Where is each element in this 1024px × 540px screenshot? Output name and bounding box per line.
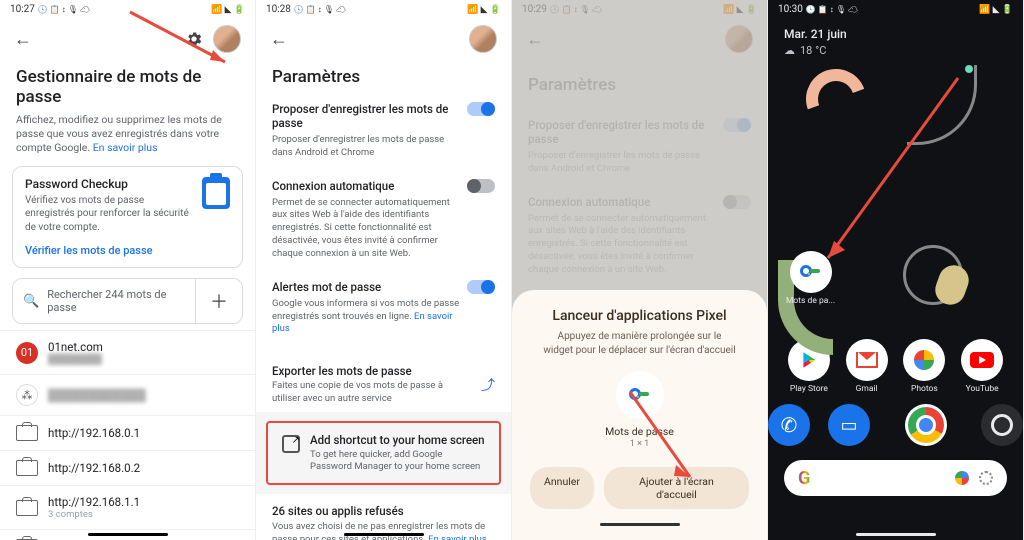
setting-sub: Google vous informera si vos mots de pas… — [256, 298, 511, 346]
panel-home-screen: 10:30🕓 📋 ↕ 🎙 ☁ 📶 ◣ 🔋 Mar. 21 juin ☁18 °C… — [768, 0, 1024, 540]
status-bar: 10:28🕓 📋 ↕ 🎙 ☁ 📶 ◣ 🔋 — [256, 0, 511, 19]
list-item[interactable]: http://192.168.1.13 comptes — [0, 485, 255, 529]
list-item[interactable]: 01 01net.com████████ — [0, 330, 255, 374]
learn-more-link[interactable]: En savoir plus — [428, 534, 487, 540]
setting-save-passwords[interactable]: Proposer d'enregistrer les mots de passe — [256, 93, 511, 134]
widget-preview[interactable] — [616, 371, 664, 419]
panel-settings: 10:28🕓 📋 ↕ 🎙 ☁ 📶 ◣ 🔋 ← Paramètres Propos… — [256, 0, 512, 540]
wallpaper-decoration — [965, 65, 973, 73]
clipboard-icon — [202, 177, 230, 209]
search-icon: 🔍 — [23, 294, 39, 309]
router-icon — [16, 500, 38, 516]
nav-pill[interactable] — [600, 523, 680, 526]
site-icon: 01 — [16, 342, 38, 364]
gmail-icon — [856, 352, 878, 368]
sheet-subtitle: Appuyez de manière prolongée sur le widg… — [542, 330, 737, 357]
setting-alerts[interactable]: Alertes mot de passe — [256, 271, 511, 298]
shortcut-icon — [282, 435, 300, 453]
list-item[interactable]: http://192.168.0.2 — [0, 450, 255, 485]
mic-icon[interactable] — [955, 471, 969, 485]
bottom-sheet: Lanceur d'applications Pixel Appuyez de … — [512, 290, 767, 540]
nav-pill[interactable] — [856, 533, 936, 536]
panel-launcher-modal: 10:29🕓 📋 ↕ 🎙 ☁ 📶 ◣ 🔋 ← Paramètres Propos… — [512, 0, 768, 540]
page-title: Paramètres — [256, 59, 511, 93]
chrome-icon — [908, 407, 944, 443]
cloud-icon: ☁ — [784, 44, 795, 57]
avatar[interactable] — [469, 25, 497, 53]
toggle-icon[interactable] — [467, 102, 495, 116]
wallpaper-decoration — [907, 65, 977, 145]
panel-password-manager: 10:27🕓 📋 ↕ 🎙 ☁ 📶 ◣ 🔋 ← Gestionnaire de m… — [0, 0, 256, 540]
setting-sub: Permet de se connecter automatiquement a… — [256, 197, 511, 271]
list-item[interactable]: http://192.168.0.1 — [0, 415, 255, 450]
add-to-home-button[interactable]: Ajouter à l'écran d'accueil — [604, 467, 749, 509]
cancel-button[interactable]: Annuler — [530, 467, 594, 509]
add-password-button[interactable]: ＋ — [196, 280, 242, 322]
search-input[interactable]: 🔍 Rechercher 244 mots de passe — [13, 279, 196, 323]
page-description: Affichez, modifiez ou supprimez les mots… — [0, 113, 255, 166]
widget-dimension: 1 × 1 — [530, 439, 749, 449]
verify-passwords-link[interactable]: Vérifier les mots de passe — [25, 244, 230, 257]
widget-label: Mots de passe — [530, 425, 749, 438]
date-widget[interactable]: Mar. 21 juin ☁18 °C — [768, 19, 1023, 65]
status-bar: 10:27🕓 📋 ↕ 🎙 ☁ 📶 ◣ 🔋 — [0, 0, 255, 19]
export-passwords[interactable]: Exporter les mots de passe Faites une co… — [256, 354, 511, 412]
photos-icon — [914, 350, 934, 370]
gear-icon[interactable] — [185, 30, 203, 48]
camera-app[interactable] — [981, 404, 1023, 446]
search-bar[interactable]: G — [784, 460, 1007, 496]
google-logo-icon: G — [798, 468, 810, 489]
setting-auto-signin[interactable]: Connexion automatique — [256, 170, 511, 197]
nav-pill[interactable] — [88, 533, 168, 536]
nav-pill[interactable] — [344, 533, 424, 536]
status-bar: 10:30🕓 📋 ↕ 🎙 ☁ 📶 ◣ 🔋 — [768, 0, 1023, 19]
phone-app[interactable]: ✆ — [768, 404, 810, 446]
lens-icon[interactable] — [979, 471, 993, 485]
learn-more-link[interactable]: En savoir plus — [93, 141, 158, 154]
app-gmail[interactable]: Gmail — [838, 339, 896, 394]
app-youtube[interactable]: YouTube — [953, 339, 1011, 394]
page-title: Gestionnaire de mots de passe — [0, 59, 255, 113]
add-home-shortcut[interactable]: Add shortcut to your home screen To get … — [266, 421, 501, 486]
wallpaper-decoration — [796, 59, 876, 139]
passwords-shortcut[interactable]: Mots de pa... — [786, 251, 835, 306]
list-item[interactable]: ⁂ ████████████ — [0, 374, 255, 415]
password-list: 01 01net.com████████ ⁂ ████████████ http… — [0, 330, 255, 540]
youtube-icon — [970, 352, 994, 368]
setting-sub: Proposer d'enregistrer les mots de passe… — [256, 134, 511, 170]
toggle-icon[interactable] — [467, 280, 495, 294]
back-button[interactable]: ← — [14, 29, 32, 50]
avatar[interactable] — [213, 25, 241, 53]
dock: ✆ ▭ — [768, 394, 1023, 454]
search-row: 🔍 Rechercher 244 mots de passe ＋ — [12, 278, 243, 324]
checkup-subtitle: Vérifiez vos mots de passe enregistrés p… — [25, 194, 194, 235]
sheet-title: Lanceur d'applications Pixel — [530, 308, 749, 324]
checkup-title: Password Checkup — [25, 177, 194, 191]
password-key-icon — [800, 261, 822, 283]
site-icon: ⁂ — [16, 384, 38, 406]
export-icon: ⤴ — [481, 375, 495, 395]
router-icon — [16, 460, 38, 476]
app-photos[interactable]: Photos — [896, 339, 954, 394]
messages-app[interactable]: ▭ — [828, 404, 870, 446]
back-button[interactable]: ← — [270, 29, 288, 50]
wallpaper-area[interactable]: Mots de pa... — [768, 65, 1023, 335]
password-key-icon — [629, 384, 651, 406]
chrome-app[interactable] — [905, 404, 947, 446]
password-checkup-card[interactable]: Password Checkup Vérifiez vos mots de pa… — [12, 166, 243, 269]
toggle-icon[interactable] — [467, 179, 495, 193]
router-icon — [16, 425, 38, 441]
